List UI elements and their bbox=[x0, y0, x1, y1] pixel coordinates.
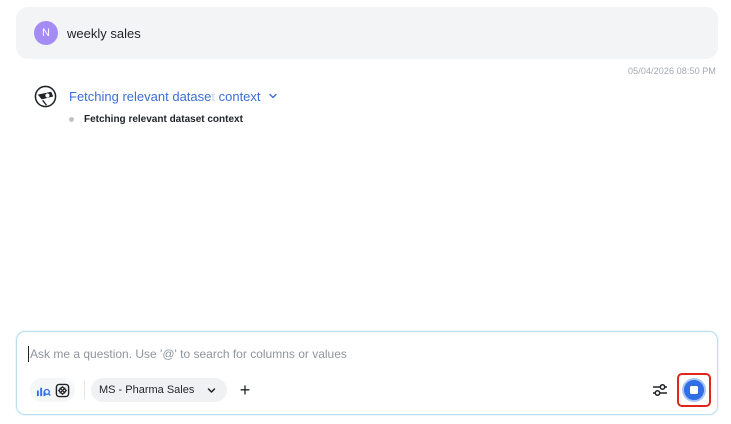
plus-icon: + bbox=[239, 380, 251, 400]
step-text: Fetching relevant dataset context bbox=[84, 114, 243, 125]
add-button[interactable]: + bbox=[235, 380, 255, 400]
chat-composer: MS - Pharma Sales + bbox=[16, 331, 718, 415]
chat-page: N weekly sales 05/04/2026 08:50 PM Fetch… bbox=[0, 0, 731, 424]
user-message-text: weekly sales bbox=[67, 25, 141, 41]
stop-button-highlight bbox=[677, 373, 711, 407]
message-timestamp: 05/04/2026 08:50 PM bbox=[628, 66, 716, 76]
settings-button[interactable] bbox=[650, 380, 670, 400]
agent-status-text-a: Fetching relevant datase bbox=[69, 88, 212, 104]
analysis-tool-button[interactable] bbox=[34, 381, 52, 399]
dataset-select[interactable]: MS - Pharma Sales bbox=[91, 378, 227, 402]
user-message: N weekly sales bbox=[16, 7, 718, 59]
step-bullet bbox=[69, 117, 74, 122]
agent-step-item: Fetching relevant dataset context bbox=[69, 114, 243, 125]
chevron-down-icon bbox=[207, 388, 216, 393]
feature-tool-button[interactable] bbox=[53, 381, 71, 399]
agent-status-text-c: context bbox=[218, 88, 261, 104]
avatar: N bbox=[34, 21, 58, 45]
stop-button[interactable] bbox=[682, 378, 706, 402]
toolbar-divider bbox=[84, 381, 85, 399]
sparkle-grid-icon bbox=[55, 383, 69, 397]
question-input[interactable] bbox=[28, 346, 628, 362]
dataset-select-value: MS - Pharma Sales bbox=[99, 384, 195, 396]
agent-status-label[interactable]: Fetching relevant dataset context bbox=[69, 89, 261, 104]
agent-status-text-b: t bbox=[211, 88, 219, 104]
stop-icon bbox=[690, 386, 698, 394]
sliders-icon bbox=[653, 384, 667, 396]
tool-toggle-group bbox=[30, 378, 75, 402]
chart-search-icon bbox=[36, 387, 51, 396]
agent-status-row[interactable]: Fetching relevant dataset context bbox=[34, 85, 278, 107]
chevron-down-icon[interactable] bbox=[268, 91, 278, 101]
agent-logo-icon bbox=[34, 85, 57, 107]
